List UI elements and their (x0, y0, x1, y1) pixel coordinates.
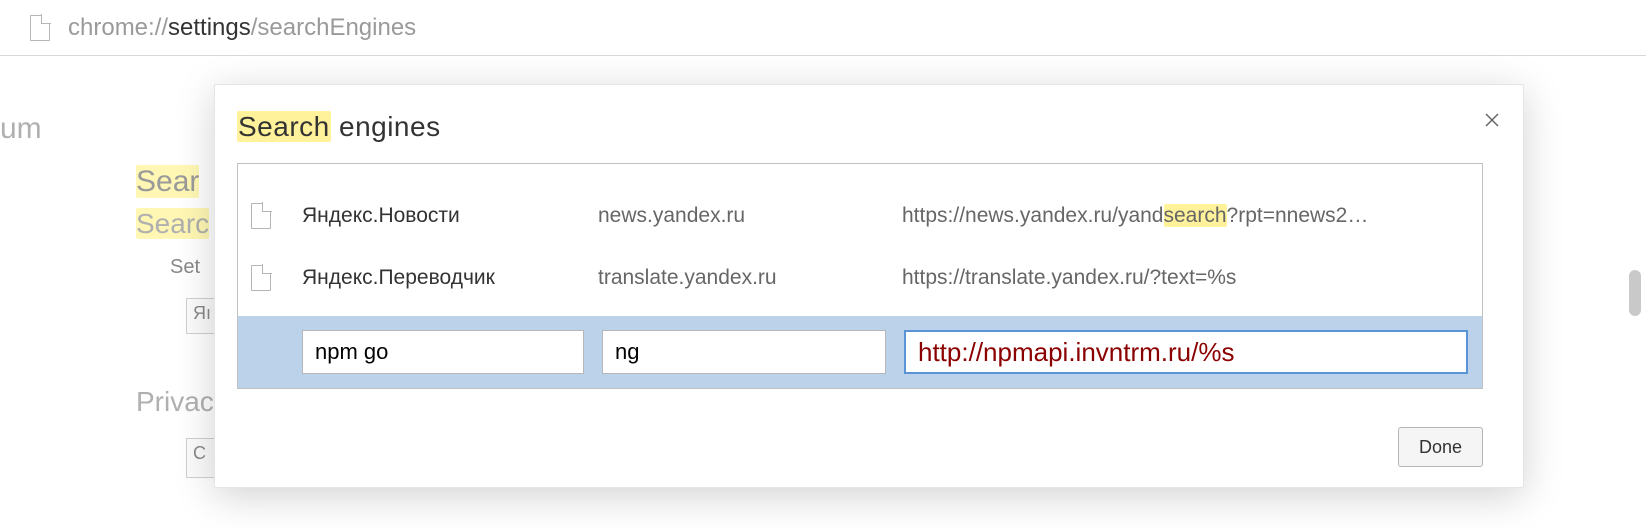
engine-keyword: translate.yandex.ru (598, 266, 902, 290)
section-search-fragment: Sear (136, 165, 199, 198)
add-engine-url-input[interactable] (904, 330, 1468, 374)
address-text: chrome://settings/searchEngines (30, 14, 416, 42)
section-search-label: Searc (136, 208, 209, 239)
add-engine-keyword-input[interactable] (602, 330, 886, 374)
engine-url: https://translate.yandex.ru/?text=%s (902, 266, 1482, 290)
scrollbar-thumb[interactable] (1629, 270, 1641, 316)
engine-url: https://news.yandex.ru/yandsearch?rpt=nn… (902, 204, 1482, 228)
engine-name: Яндекс.Новости (302, 204, 598, 228)
add-engine-row (238, 316, 1482, 388)
search-engines-list[interactable]: Яндекс.Картинки images.yandex.ru https:/… (237, 163, 1483, 389)
url-suffix: /searchEngines (251, 14, 416, 42)
url-prefix: chrome:// (68, 14, 168, 42)
table-row[interactable]: Яндекс.Переводчик translate.yandex.ru ht… (238, 250, 1482, 306)
add-engine-name-input[interactable] (302, 330, 584, 374)
page-icon (251, 265, 271, 291)
page-icon (30, 15, 50, 41)
left-nav-fragment: um (0, 112, 42, 146)
table-row[interactable]: Яндекс.Новости news.yandex.ru https://ne… (238, 188, 1482, 244)
table-row[interactable]: Яндекс.Картинки images.yandex.ru https:/… (238, 163, 1482, 176)
dialog-title: Search engines (237, 111, 441, 143)
set-default-label: Set (170, 256, 200, 279)
close-icon[interactable] (1479, 107, 1505, 133)
engine-keyword: news.yandex.ru (598, 204, 902, 228)
url-host: settings (168, 14, 251, 42)
engine-name: Яндекс.Переводчик (302, 266, 598, 290)
search-engines-dialog: Search engines Яндекс.Картинки images.ya… (214, 84, 1524, 488)
address-bar[interactable]: chrome://settings/searchEngines (0, 0, 1646, 56)
section-privacy-label: Privac (136, 386, 214, 418)
page-icon (251, 203, 271, 229)
done-button[interactable]: Done (1398, 427, 1483, 467)
